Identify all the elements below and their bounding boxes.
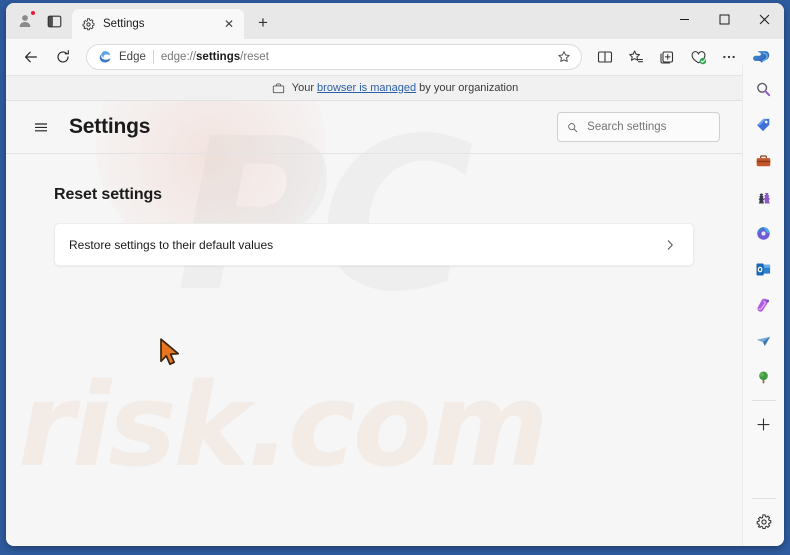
minimize-button[interactable] bbox=[664, 3, 704, 35]
browser-essentials-button[interactable] bbox=[683, 43, 713, 71]
minimize-icon bbox=[679, 18, 689, 20]
search-icon bbox=[568, 122, 578, 132]
search-settings-input[interactable] bbox=[587, 121, 710, 133]
edge-logo-icon bbox=[99, 51, 111, 63]
outlook-icon bbox=[756, 262, 771, 276]
address-bar[interactable]: Edge edge://settings/reset bbox=[86, 44, 582, 70]
sidebar-add-button[interactable] bbox=[749, 409, 779, 439]
sidebar-item-planet[interactable] bbox=[749, 362, 779, 392]
favorites-icon bbox=[629, 50, 644, 63]
reset-settings-section: Reset settings Restore settings to their… bbox=[6, 154, 742, 266]
maximize-icon bbox=[719, 14, 729, 24]
designer-icon bbox=[757, 226, 770, 240]
profile-avatar[interactable] bbox=[12, 7, 40, 35]
address-url: edge://settings/reset bbox=[160, 51, 269, 63]
notification-dot bbox=[30, 10, 36, 16]
omnibox-divider bbox=[152, 50, 154, 64]
refresh-button[interactable] bbox=[48, 43, 78, 71]
section-title: Reset settings bbox=[54, 186, 162, 203]
edge-sidebar bbox=[742, 65, 784, 546]
favorites-button[interactable] bbox=[621, 43, 651, 71]
more-options-button[interactable] bbox=[714, 43, 744, 71]
restore-defaults-row[interactable]: Restore settings to their default values bbox=[54, 223, 694, 266]
tab-strip: Settings ✕ + bbox=[6, 3, 784, 39]
sidebar-divider-bottom bbox=[751, 498, 776, 499]
back-arrow-icon bbox=[25, 51, 37, 63]
maximize-button[interactable] bbox=[704, 3, 744, 35]
split-screen-icon bbox=[597, 51, 613, 63]
managed-browser-notice: Your browser is managed by your organiza… bbox=[6, 75, 784, 101]
browser-essentials-icon bbox=[691, 50, 706, 64]
tab-actions-button[interactable] bbox=[40, 7, 68, 35]
shopping-tag-icon bbox=[757, 118, 770, 131]
plus-icon bbox=[757, 418, 770, 431]
new-tab-button[interactable]: + bbox=[250, 10, 276, 36]
sidebar-item-tools[interactable] bbox=[749, 146, 779, 176]
collections-button[interactable] bbox=[652, 43, 682, 71]
menu-lines-icon bbox=[35, 123, 47, 132]
close-button[interactable] bbox=[744, 3, 784, 35]
collections-icon bbox=[660, 51, 674, 64]
sidebar-item-drop[interactable] bbox=[749, 326, 779, 356]
back-button[interactable] bbox=[16, 43, 46, 71]
sidebar-item-shopping[interactable] bbox=[749, 110, 779, 140]
window-controls bbox=[664, 3, 784, 35]
sidebar-item-image-creator[interactable] bbox=[749, 290, 779, 320]
tab-actions-icon bbox=[47, 15, 61, 27]
briefcase-icon bbox=[272, 83, 284, 93]
copilot-icon bbox=[753, 51, 770, 63]
gear-icon bbox=[756, 514, 771, 530]
refresh-icon bbox=[57, 50, 69, 63]
chevron-right-icon bbox=[663, 238, 677, 252]
search-icon bbox=[757, 82, 771, 96]
sidebar-divider-top bbox=[751, 400, 776, 401]
sidebar-customize-button[interactable] bbox=[749, 507, 779, 537]
settings-content: PC risk.com Settings Search settings Res… bbox=[6, 101, 742, 546]
sidebar-item-games[interactable] bbox=[749, 182, 779, 212]
favorite-star-icon[interactable] bbox=[553, 46, 575, 68]
watermark-risk: risk.com bbox=[18, 359, 549, 493]
settings-header: Settings bbox=[6, 101, 742, 153]
page-title: Settings bbox=[69, 115, 151, 138]
gear-icon bbox=[82, 17, 95, 30]
browser-window: Settings ✕ + Edge edge://settings/reset … bbox=[6, 3, 784, 546]
hamburger-menu-icon[interactable] bbox=[26, 112, 56, 142]
split-screen-button[interactable] bbox=[590, 43, 620, 71]
tree-icon bbox=[759, 370, 768, 383]
browser-managed-link[interactable]: browser is managed bbox=[317, 82, 416, 94]
restore-defaults-label: Restore settings to their default values bbox=[69, 237, 274, 252]
more-options-icon bbox=[723, 55, 735, 59]
tab-close-button[interactable]: ✕ bbox=[220, 15, 238, 33]
managed-notice-text: Your browser is managed by your organiza… bbox=[291, 82, 519, 94]
edge-brand-label: Edge bbox=[119, 51, 146, 63]
close-icon bbox=[759, 14, 769, 24]
tab-settings[interactable]: Settings ✕ bbox=[72, 9, 244, 39]
sidebar-item-outlook[interactable] bbox=[749, 254, 779, 284]
briefcase-icon bbox=[756, 154, 771, 166]
drop-send-icon bbox=[756, 336, 771, 346]
sidebar-item-designer[interactable] bbox=[749, 218, 779, 248]
image-creator-icon bbox=[757, 298, 770, 312]
games-icon bbox=[758, 192, 770, 204]
tab-title: Settings bbox=[103, 18, 145, 30]
search-settings-box[interactable] bbox=[557, 112, 720, 142]
address-toolbar: Edge edge://settings/reset bbox=[6, 39, 784, 75]
desktop-background: Settings ✕ + Edge edge://settings/reset … bbox=[0, 0, 790, 555]
sidebar-item-search[interactable] bbox=[749, 74, 779, 104]
